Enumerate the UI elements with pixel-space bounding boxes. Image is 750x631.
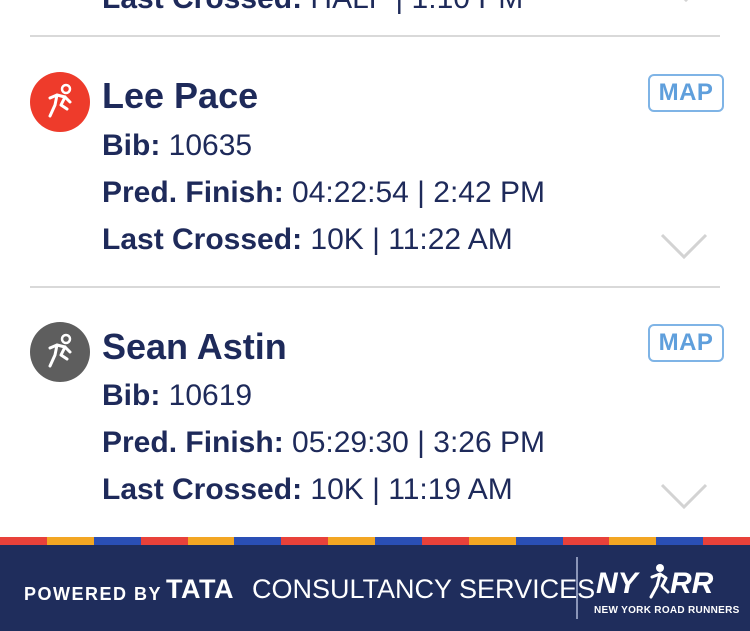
stripe-segment bbox=[703, 537, 750, 545]
tcs-logo-text: CONSULTANCY SERVICES bbox=[252, 574, 596, 604]
stripe-segment bbox=[515, 537, 563, 545]
stripe-segment bbox=[187, 537, 235, 545]
stripe-segment bbox=[421, 537, 469, 545]
nyrr-logo: NY RR bbox=[596, 564, 714, 600]
stripe-segment bbox=[234, 537, 282, 545]
list-item-previous[interactable]: Last Crossed: HALF | 1:10 PM bbox=[0, 0, 750, 22]
chevron-down-icon[interactable] bbox=[660, 233, 708, 259]
map-button[interactable]: MAP bbox=[648, 324, 724, 362]
powered-by-label: POWERED BY bbox=[24, 584, 163, 604]
stripe-segment bbox=[140, 537, 188, 545]
runner-icon bbox=[48, 333, 72, 368]
chevron-down-icon[interactable] bbox=[662, 0, 710, 2]
stripe-segment bbox=[609, 537, 657, 545]
map-button[interactable]: MAP bbox=[648, 74, 724, 112]
runner-status-icon bbox=[30, 72, 90, 132]
stripe-segment bbox=[562, 537, 610, 545]
stripe-segment bbox=[0, 537, 47, 545]
sponsor-footer: POWERED BY TATA CONSULTANCY SERVICES NY … bbox=[0, 545, 750, 631]
footer-divider bbox=[576, 557, 578, 619]
bib-line: Bib: 10635 bbox=[102, 129, 253, 162]
stripe-segment bbox=[93, 537, 141, 545]
pred-finish-line: Pred. Finish: 05:29:30 | 3:26 PM bbox=[102, 426, 545, 459]
runner-name[interactable]: Lee Pace bbox=[102, 75, 258, 117]
runner-icon bbox=[48, 83, 72, 118]
nyrr-name: NEW YORK ROAD RUNNERS bbox=[594, 605, 740, 616]
color-stripe bbox=[0, 537, 750, 545]
stripe-segment bbox=[46, 537, 94, 545]
last-crossed-line: Last Crossed: 10K | 11:22 AM bbox=[102, 223, 513, 256]
svg-text:NY: NY bbox=[596, 567, 641, 600]
runner-card[interactable]: Sean Astin MAP Bib: 10619 Pred. Finish: … bbox=[0, 288, 750, 537]
stripe-segment bbox=[328, 537, 375, 545]
tata-logo-text: TATA bbox=[166, 574, 234, 604]
last-crossed-line: Last Crossed: 10K | 11:19 AM bbox=[102, 473, 513, 506]
runner-status-icon bbox=[30, 322, 90, 382]
last-crossed-line: Last Crossed: HALF | 1:10 PM bbox=[102, 0, 523, 16]
stripe-segment bbox=[656, 537, 704, 545]
runner-card[interactable]: Lee Pace MAP Bib: 10635 Pred. Finish: 04… bbox=[0, 37, 750, 287]
stripe-segment bbox=[281, 537, 329, 545]
stripe-segment bbox=[468, 537, 516, 545]
chevron-down-icon[interactable] bbox=[660, 483, 708, 509]
stripe-segment bbox=[375, 537, 422, 545]
runner-name[interactable]: Sean Astin bbox=[102, 326, 287, 368]
runner-list[interactable]: Last Crossed: HALF | 1:10 PM Lee Pace MA… bbox=[0, 0, 750, 537]
bib-line: Bib: 10619 bbox=[102, 379, 253, 412]
svg-text:RR: RR bbox=[670, 567, 714, 600]
pred-finish-line: Pred. Finish: 04:22:54 | 2:42 PM bbox=[102, 176, 545, 209]
